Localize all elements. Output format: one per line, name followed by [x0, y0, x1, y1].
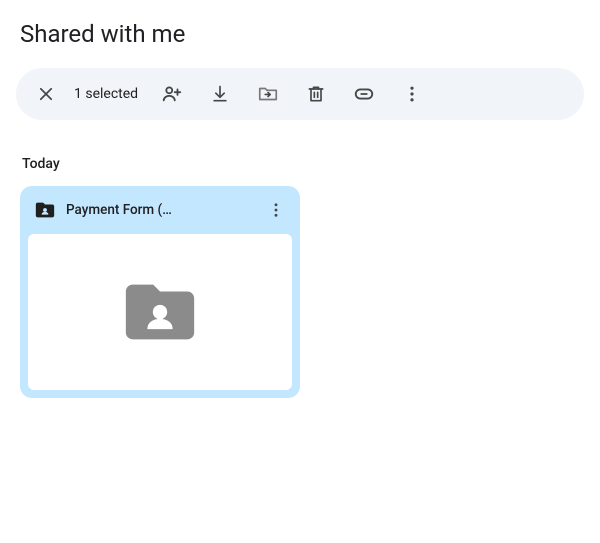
folder-shared-large-icon	[119, 271, 201, 353]
file-card[interactable]: Payment Form (…	[20, 186, 300, 398]
share-button[interactable]	[148, 70, 196, 118]
page-title: Shared with me	[0, 0, 600, 64]
download-button[interactable]	[196, 70, 244, 118]
selection-toolbar: 1 selected	[16, 68, 584, 120]
get-link-button[interactable]	[340, 70, 388, 118]
file-more-button[interactable]	[258, 192, 294, 228]
delete-button[interactable]	[292, 70, 340, 118]
shared-folder-icon	[34, 199, 56, 221]
close-selection-button[interactable]	[22, 70, 70, 118]
download-icon	[210, 84, 230, 104]
folder-move-icon	[257, 83, 279, 105]
move-to-button[interactable]	[244, 70, 292, 118]
trash-icon	[306, 84, 326, 104]
more-vert-icon	[402, 84, 422, 104]
more-actions-button[interactable]	[388, 70, 436, 118]
file-grid: Payment Form (…	[0, 186, 600, 398]
file-name-label: Payment Form (…	[66, 202, 248, 218]
file-preview	[28, 234, 292, 390]
section-label-today: Today	[0, 120, 600, 186]
more-vert-icon	[267, 201, 285, 219]
person-add-icon	[161, 83, 183, 105]
link-icon	[353, 83, 375, 105]
close-icon	[37, 85, 55, 103]
file-card-header: Payment Form (…	[20, 186, 300, 234]
selected-count-label: 1 selected	[74, 86, 138, 102]
